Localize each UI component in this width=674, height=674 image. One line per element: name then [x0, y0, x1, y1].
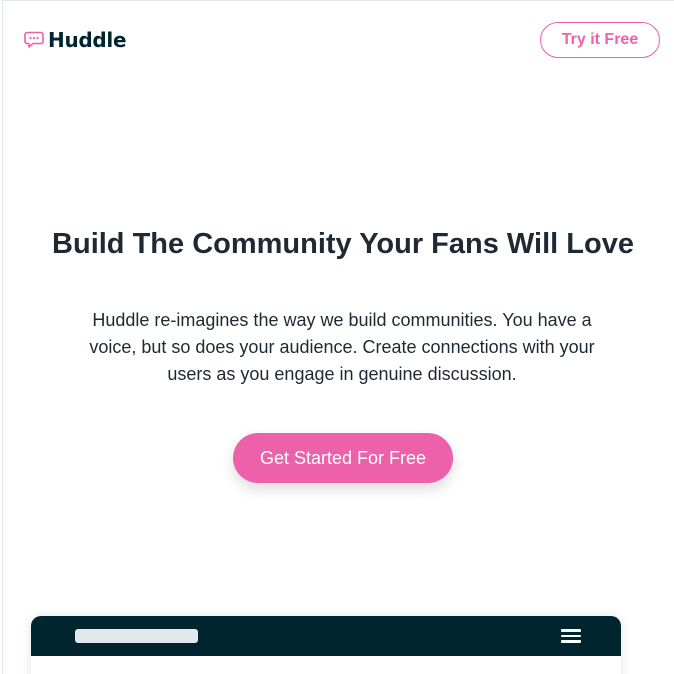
hero-title: Build The Community Your Fans Will Love [52, 228, 634, 260]
site-header: Huddle Try it Free [0, 0, 674, 80]
mockup-search-placeholder [75, 629, 198, 643]
hamburger-menu-icon [561, 629, 581, 643]
mockup-top-bar [31, 616, 621, 656]
logo-text: Huddle [48, 28, 127, 52]
get-started-button[interactable]: Get Started For Free [233, 433, 453, 483]
hero-description: Huddle re-imagines the way we build comm… [89, 310, 595, 384]
logo[interactable]: Huddle [24, 28, 127, 52]
app-mockup-illustration [31, 616, 621, 674]
try-it-free-button[interactable]: Try it Free [540, 22, 660, 58]
chat-bubble-icon [24, 31, 44, 48]
